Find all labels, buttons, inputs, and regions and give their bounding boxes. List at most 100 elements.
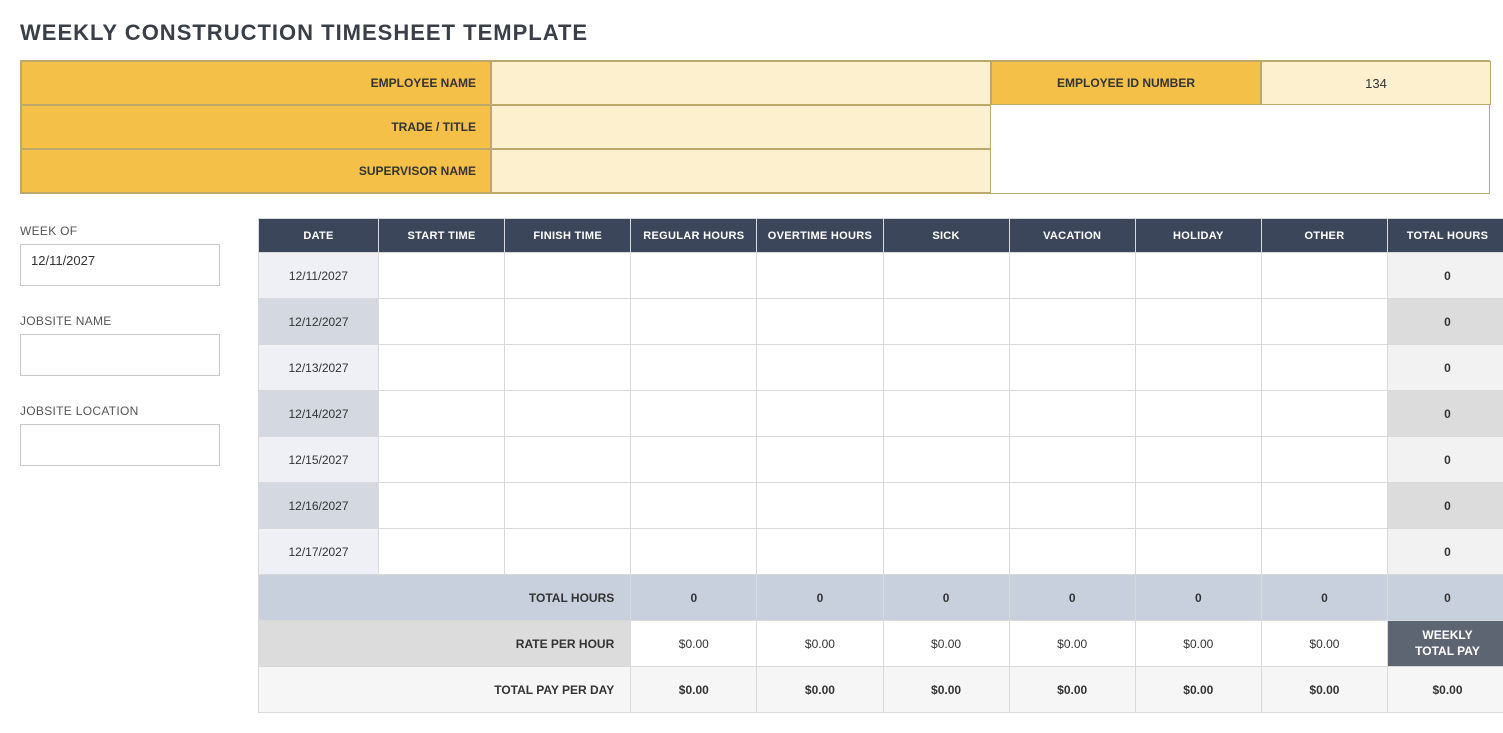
total-hours-sick: 0 [883,575,1009,621]
finish-time-cell[interactable] [505,529,631,575]
other-cell[interactable] [1261,253,1387,299]
total-hours-label: TOTAL HOURS [259,575,631,621]
regular-hours-cell[interactable] [631,437,757,483]
total-hours-grand: 0 [1388,575,1503,621]
other-cell[interactable] [1261,529,1387,575]
row-rate-per-hour: RATE PER HOUR $0.00 $0.00 $0.00 $0.00 $0… [259,621,1503,667]
supervisor-name-label: SUPERVISOR NAME [21,149,491,193]
table-row: 12/17/20270 [259,529,1503,575]
trade-title-input[interactable] [491,105,991,149]
start-time-cell[interactable] [379,437,505,483]
rate-sick[interactable]: $0.00 [883,621,1009,667]
holiday-cell[interactable] [1135,437,1261,483]
supervisor-name-input[interactable] [491,149,991,193]
finish-time-cell[interactable] [505,253,631,299]
jobsite-location-label: JOBSITE LOCATION [20,404,240,418]
regular-hours-cell[interactable] [631,345,757,391]
sick-cell[interactable] [883,483,1009,529]
vacation-cell[interactable] [1009,483,1135,529]
col-finish-time: FINISH TIME [505,219,631,253]
table-row: 12/16/20270 [259,483,1503,529]
sick-cell[interactable] [883,391,1009,437]
vacation-cell[interactable] [1009,345,1135,391]
table-row: 12/11/20270 [259,253,1503,299]
date-cell: 12/12/2027 [259,299,379,345]
overtime-hours-cell[interactable] [757,483,883,529]
overtime-hours-cell[interactable] [757,345,883,391]
sick-cell[interactable] [883,345,1009,391]
rate-per-hour-label: RATE PER HOUR [259,621,631,667]
finish-time-cell[interactable] [505,345,631,391]
regular-hours-cell[interactable] [631,483,757,529]
timesheet-table: DATE START TIME FINISH TIME REGULAR HOUR… [258,218,1503,713]
other-cell[interactable] [1261,437,1387,483]
start-time-cell[interactable] [379,253,505,299]
finish-time-cell[interactable] [505,437,631,483]
pay-vacation: $0.00 [1009,667,1135,713]
start-time-cell[interactable] [379,483,505,529]
vacation-cell[interactable] [1009,299,1135,345]
holiday-cell[interactable] [1135,391,1261,437]
jobsite-name-input[interactable] [20,334,220,376]
jobsite-location-input[interactable] [20,424,220,466]
overtime-hours-cell[interactable] [757,253,883,299]
pay-holiday: $0.00 [1135,667,1261,713]
rate-other[interactable]: $0.00 [1261,621,1387,667]
employee-name-input[interactable] [491,61,991,105]
sidebar: WEEK OF 12/11/2027 JOBSITE NAME JOBSITE … [20,218,240,494]
start-time-cell[interactable] [379,391,505,437]
start-time-cell[interactable] [379,345,505,391]
finish-time-cell[interactable] [505,483,631,529]
regular-hours-cell[interactable] [631,391,757,437]
overtime-hours-cell[interactable] [757,391,883,437]
other-cell[interactable] [1261,483,1387,529]
date-cell: 12/13/2027 [259,345,379,391]
vacation-cell[interactable] [1009,391,1135,437]
col-sick: SICK [883,219,1009,253]
week-of-input[interactable]: 12/11/2027 [20,244,220,286]
col-other: OTHER [1261,219,1387,253]
holiday-cell[interactable] [1135,529,1261,575]
rate-regular[interactable]: $0.00 [631,621,757,667]
regular-hours-cell[interactable] [631,529,757,575]
employee-id-input[interactable]: 134 [1261,61,1491,105]
finish-time-cell[interactable] [505,391,631,437]
sick-cell[interactable] [883,299,1009,345]
rate-overtime[interactable]: $0.00 [757,621,883,667]
holiday-cell[interactable] [1135,299,1261,345]
sick-cell[interactable] [883,529,1009,575]
finish-time-cell[interactable] [505,299,631,345]
date-cell: 12/17/2027 [259,529,379,575]
holiday-cell[interactable] [1135,345,1261,391]
start-time-cell[interactable] [379,529,505,575]
overtime-hours-cell[interactable] [757,437,883,483]
pay-regular: $0.00 [631,667,757,713]
table-row: 12/13/2027 0 [259,345,1503,391]
other-cell[interactable] [1261,391,1387,437]
sick-cell[interactable] [883,253,1009,299]
col-regular-hours: REGULAR HOURS [631,219,757,253]
row-total-hours-cell: 0 [1388,345,1503,391]
other-cell[interactable] [1261,345,1387,391]
overtime-hours-cell[interactable] [757,299,883,345]
vacation-cell[interactable] [1009,437,1135,483]
other-cell[interactable] [1261,299,1387,345]
rate-vacation[interactable]: $0.00 [1009,621,1135,667]
regular-hours-cell[interactable] [631,299,757,345]
holiday-cell[interactable] [1135,483,1261,529]
start-time-cell[interactable] [379,299,505,345]
vacation-cell[interactable] [1009,529,1135,575]
header-block: EMPLOYEE NAME EMPLOYEE ID NUMBER 134 TRA… [20,60,1490,194]
pay-weekly-total: $0.00 [1388,667,1503,713]
row-total-hours-cell: 0 [1388,299,1503,345]
total-hours-vacation: 0 [1009,575,1135,621]
col-total-hours: TOTAL HOURS [1388,219,1503,253]
overtime-hours-cell[interactable] [757,529,883,575]
rate-holiday[interactable]: $0.00 [1135,621,1261,667]
holiday-cell[interactable] [1135,253,1261,299]
vacation-cell[interactable] [1009,253,1135,299]
regular-hours-cell[interactable] [631,253,757,299]
sick-cell[interactable] [883,437,1009,483]
employee-id-label: EMPLOYEE ID NUMBER [991,61,1261,105]
date-cell: 12/11/2027 [259,253,379,299]
